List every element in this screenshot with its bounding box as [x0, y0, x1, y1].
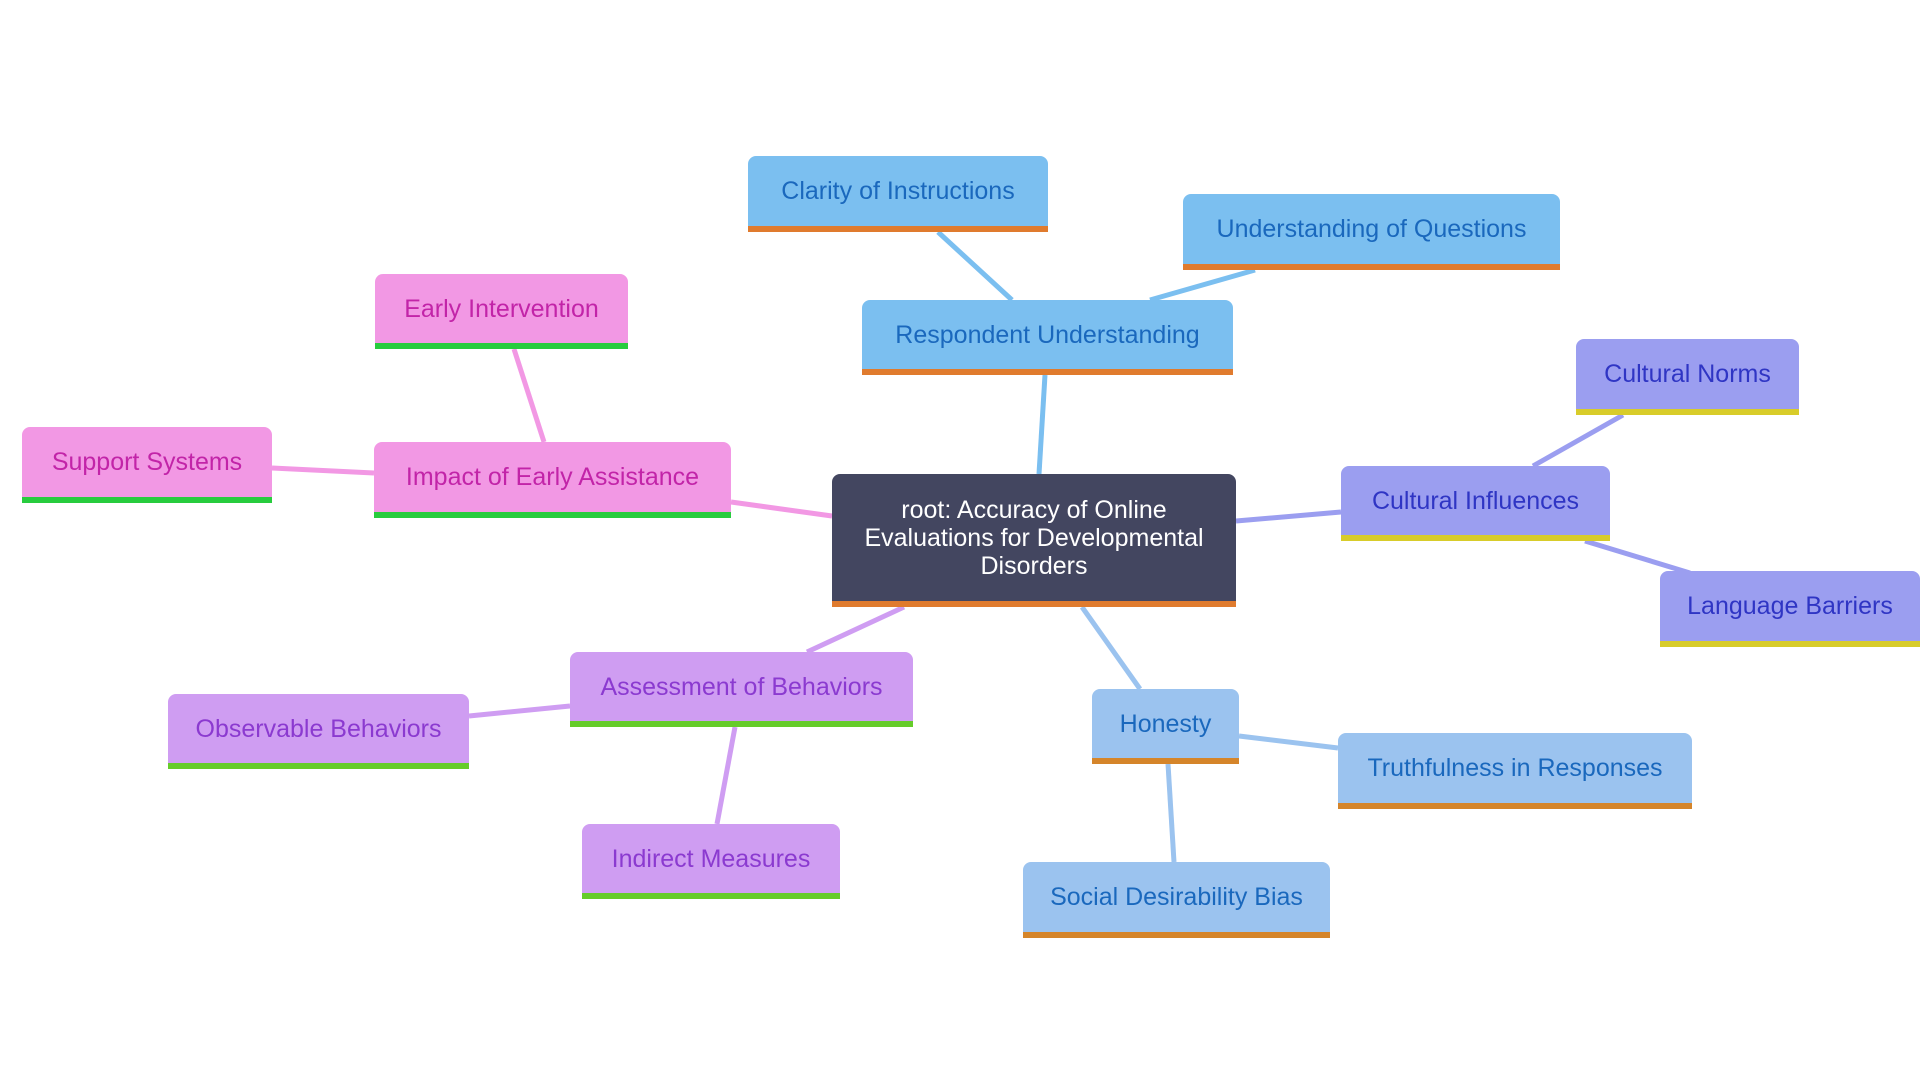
edge-respondent-clarity	[936, 230, 1014, 302]
edge-cultural-norms	[1531, 412, 1625, 469]
node-impact-of-early-assistance[interactable]: Impact of Early Assistance	[374, 442, 731, 518]
edge-assessment-indirect	[714, 726, 738, 825]
edge-honesty-social	[1165, 763, 1177, 863]
node-respondent-understanding[interactable]: Respondent Understanding	[862, 300, 1233, 375]
edge-cultural-language	[1584, 538, 1691, 576]
edge-root-cultural	[1235, 509, 1342, 524]
node-social-desirability-bias[interactable]: Social Desirability Bias	[1023, 862, 1330, 938]
node-language-barriers[interactable]: Language Barriers	[1660, 571, 1920, 647]
edge-honesty-truth	[1238, 733, 1339, 751]
node-understanding-of-questions[interactable]: Understanding of Questions	[1183, 194, 1560, 270]
node-clarity-of-instructions[interactable]: Clarity of Instructions	[748, 156, 1048, 232]
node-indirect-measures[interactable]: Indirect Measures	[582, 824, 840, 899]
node-assessment-of-behaviors[interactable]: Assessment of Behaviors	[570, 652, 913, 727]
node-cultural-norms[interactable]: Cultural Norms	[1576, 339, 1799, 415]
edge-assessment-observable	[468, 703, 571, 719]
node-honesty[interactable]: Honesty	[1092, 689, 1239, 764]
node-observable-behaviors[interactable]: Observable Behaviors	[168, 694, 469, 769]
edge-respondent-questions	[1149, 267, 1256, 303]
edge-root-impact	[730, 499, 833, 519]
node-support-systems[interactable]: Support Systems	[22, 427, 272, 503]
edge-root-honesty	[1079, 605, 1143, 691]
root-node[interactable]: root: Accuracy of Online Evaluations for…	[832, 474, 1236, 607]
node-early-intervention[interactable]: Early Intervention	[375, 274, 628, 349]
edge-impact-early	[511, 348, 547, 443]
edge-root-assessment	[805, 604, 906, 655]
edge-impact-support	[271, 465, 375, 476]
node-cultural-influences[interactable]: Cultural Influences	[1341, 466, 1610, 541]
node-truthfulness-in-responses[interactable]: Truthfulness in Responses	[1338, 733, 1692, 809]
edge-root-respondent	[1036, 374, 1048, 475]
